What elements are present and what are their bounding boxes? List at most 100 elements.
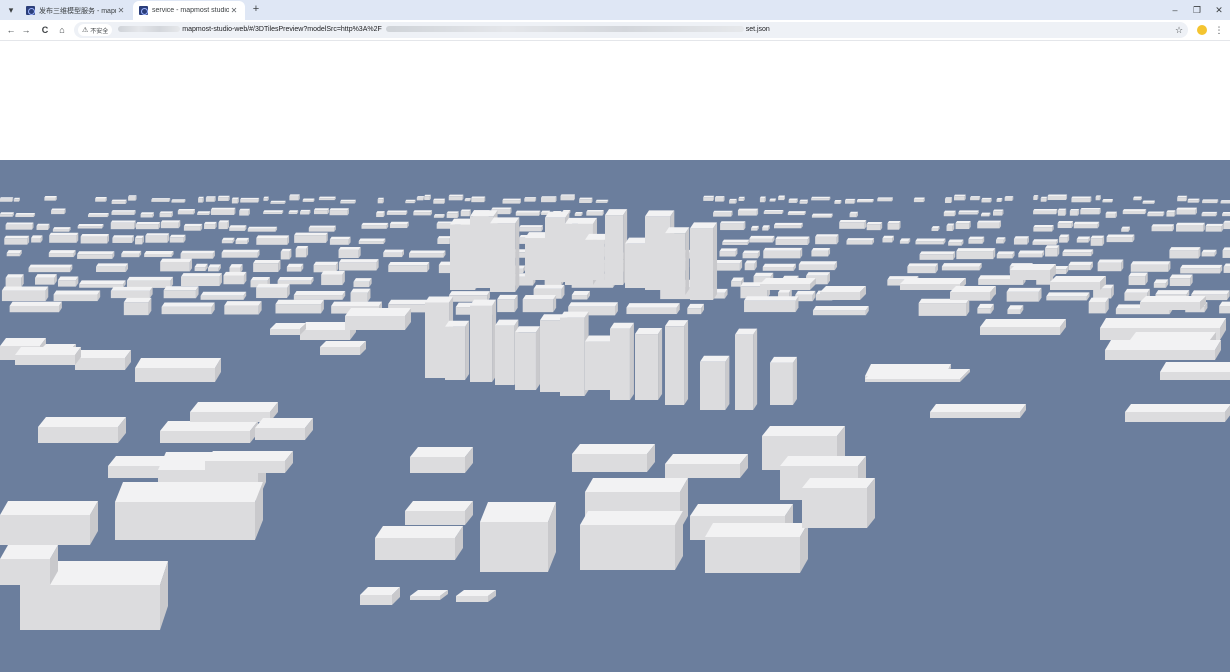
building (820, 286, 866, 300)
building (1180, 264, 1223, 274)
building (1097, 259, 1124, 272)
building (6, 250, 22, 257)
building (5, 274, 24, 288)
building (1090, 235, 1105, 246)
building (289, 194, 300, 201)
building (572, 444, 655, 472)
tab-service-studio[interactable]: service - mapmost studio ✕ (133, 1, 245, 20)
building (160, 220, 181, 229)
address-bar[interactable]: ⚠ 不安全 mapmost-studio-web/#/3DTilesPrevie… (74, 22, 1188, 38)
building (329, 208, 349, 216)
building (44, 195, 57, 201)
browser-toolbar: ← → C ⌂ ⚠ 不安全 mapmost-studio-web/#/3DTil… (0, 20, 1230, 41)
security-indicator[interactable]: ⚠ 不安全 (78, 24, 113, 36)
new-tab-button[interactable]: + (249, 2, 263, 16)
building (57, 276, 79, 287)
building (221, 237, 235, 244)
building (762, 263, 796, 271)
building (200, 291, 247, 300)
building (788, 198, 798, 203)
building (221, 249, 260, 258)
home-button[interactable]: ⌂ (55, 23, 69, 37)
bookmark-star-icon[interactable]: ☆ (1172, 23, 1186, 37)
back-button[interactable]: ← (4, 23, 18, 37)
building (308, 225, 336, 232)
building (970, 196, 981, 201)
building (1176, 222, 1205, 232)
reload-button[interactable]: C (38, 23, 52, 37)
building (198, 196, 204, 203)
building (1205, 223, 1224, 232)
building (1147, 211, 1165, 217)
building (595, 199, 609, 203)
building (1166, 210, 1176, 217)
building (293, 291, 346, 300)
building (253, 259, 281, 273)
tab-search-icon[interactable]: ▾ (4, 3, 18, 17)
building (240, 197, 260, 203)
building (1045, 245, 1060, 257)
close-icon[interactable]: ✕ (229, 6, 239, 15)
building (737, 208, 759, 216)
building (180, 250, 215, 259)
building (126, 276, 174, 288)
building (665, 227, 690, 295)
url-text[interactable]: mapmost-studio-web/#/3DTilesPreview?mode… (118, 22, 1178, 38)
building (981, 197, 992, 203)
building (79, 280, 126, 288)
building (1068, 261, 1093, 271)
browser-menu-icon[interactable]: ⋮ (1212, 23, 1226, 37)
building (887, 221, 901, 230)
3d-tiles-viewer[interactable] (0, 160, 1230, 672)
building (239, 208, 250, 216)
extension-icon[interactable] (1197, 25, 1207, 35)
restore-button[interactable]: ❐ (1186, 0, 1208, 20)
building (140, 212, 154, 218)
tab-publish-3d-service[interactable]: 发布三维模型服务 - mapmost ✕ (20, 1, 132, 20)
building (1057, 221, 1074, 229)
building (1160, 362, 1230, 380)
building (95, 197, 107, 202)
building (495, 319, 519, 385)
building (1130, 261, 1171, 272)
redacted-url-part (385, 26, 744, 33)
building (1080, 207, 1101, 215)
building (626, 303, 680, 315)
tab-title: service - mapmost studio (152, 7, 229, 14)
building (416, 196, 425, 201)
city-3d-scene[interactable] (0, 160, 1230, 672)
building (159, 211, 173, 218)
building (762, 225, 770, 231)
building (774, 222, 803, 229)
building (744, 296, 799, 313)
building (687, 303, 705, 315)
building (135, 221, 161, 230)
building (1223, 220, 1230, 230)
building (295, 245, 309, 258)
building (53, 290, 101, 302)
building (256, 235, 290, 245)
building (1125, 404, 1230, 422)
forward-button[interactable]: → (19, 23, 33, 37)
tab-title: 发布三维模型服务 - mapmost (39, 7, 116, 15)
minimize-button[interactable]: – (1164, 0, 1186, 20)
close-window-button[interactable]: ✕ (1208, 0, 1230, 20)
building (1047, 194, 1068, 201)
building (389, 221, 409, 229)
close-icon[interactable]: ✕ (116, 6, 126, 15)
building (877, 197, 893, 202)
building (635, 328, 663, 400)
building (205, 451, 293, 473)
building (263, 210, 284, 215)
building (845, 198, 856, 204)
building (318, 196, 336, 201)
building (811, 213, 833, 218)
building (571, 291, 590, 300)
building (87, 213, 109, 218)
building (849, 211, 858, 218)
building (968, 236, 985, 244)
building (386, 210, 408, 215)
building (1151, 224, 1175, 232)
redacted-url-part (118, 26, 181, 33)
url-end: set.json (745, 26, 770, 33)
